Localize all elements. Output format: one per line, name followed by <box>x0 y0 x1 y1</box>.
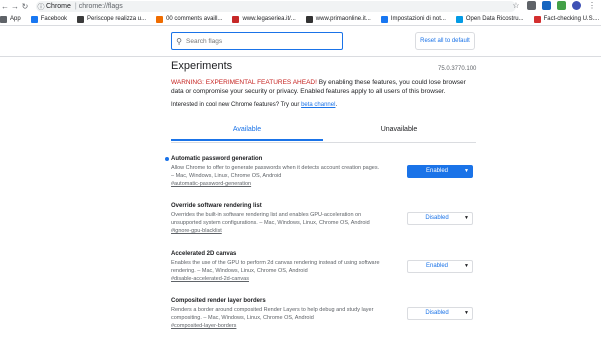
warning-text: WARNING: EXPERIMENTAL FEATURES AHEAD! By… <box>171 78 476 96</box>
bookmark-favicon-icon <box>380 15 388 23</box>
dropdown-arrow-icon: ▼ <box>464 263 469 269</box>
flag-description: Enables the use of the GPU to perform 2d… <box>171 260 380 274</box>
interest-label: Interested in cool new Chrome features? … <box>171 102 302 108</box>
flag-anchor-link[interactable]: #automatic-password-generation <box>171 180 476 188</box>
flag-item: Accelerated 2D canvas Enables the use of… <box>171 250 476 283</box>
flags-header: ⚲ Reset all to default <box>0 26 601 57</box>
dropdown-arrow-icon: ▼ <box>464 215 469 221</box>
back-icon[interactable]: ← <box>0 2 10 11</box>
bookmark-item[interactable]: App <box>0 15 21 23</box>
tab-available[interactable]: Available <box>171 122 323 141</box>
flag-state-value: Enabled <box>425 263 449 269</box>
bookmark-label: Open Data Ricostru... <box>465 16 524 22</box>
reload-icon[interactable]: ↻ <box>20 2 30 11</box>
bookmark-favicon-icon <box>305 15 313 23</box>
flag-item: Composited render layer borders Renders … <box>171 297 476 330</box>
menu-icon[interactable]: ⋮ <box>587 1 597 10</box>
interest-text: Interested in cool new Chrome features? … <box>171 102 337 108</box>
forward-icon[interactable]: → <box>10 2 20 11</box>
modified-indicator <box>165 157 169 161</box>
search-box[interactable]: ⚲ <box>171 32 343 50</box>
reset-all-button[interactable]: Reset all to default <box>415 32 475 50</box>
flag-name: Composited render layer borders <box>171 298 266 304</box>
url-text[interactable]: chrome://flags <box>79 3 123 10</box>
extension-icon[interactable] <box>542 1 551 10</box>
info-icon[interactable]: ⓘ <box>36 2 46 12</box>
flag-state-value: Enabled <box>425 168 449 174</box>
url-separator: | <box>74 3 77 10</box>
flag-description: Allow Chrome to offer to generate passwo… <box>171 165 380 179</box>
bookmark-favicon-icon <box>533 15 541 23</box>
bookmark-favicon-icon <box>455 15 463 23</box>
search-icon: ⚲ <box>176 36 182 46</box>
beta-channel-link[interactable]: beta channel <box>301 102 335 108</box>
bookmark-label: 00 comments availl... <box>166 16 223 22</box>
flag-item: Automatic password generation Allow Chro… <box>165 155 476 188</box>
dropdown-arrow-icon: ▼ <box>464 310 469 316</box>
flag-state-select[interactable]: Disabled ▼ <box>407 212 473 225</box>
flag-state-value: Disabled <box>425 215 449 221</box>
flag-name: Accelerated 2D canvas <box>171 251 237 257</box>
bookmark-label: App <box>10 16 21 22</box>
flag-description: Renders a border around composited Rende… <box>171 307 374 321</box>
bookmark-label: Fact-checking U.S.... <box>543 16 600 22</box>
extension-icon[interactable] <box>527 1 536 10</box>
flag-anchor-link[interactable]: #ignore-gpu-blacklist <box>171 227 476 235</box>
bookmarks-bar: App Facebook Periscope realizza u... 00 com… <box>0 13 601 26</box>
dropdown-arrow-icon: ▼ <box>464 168 469 174</box>
bookmark-favicon-icon <box>0 15 7 23</box>
flag-anchor-link[interactable]: #composited-layer-borders <box>171 322 476 330</box>
extension-icons: ☆ ⋮ <box>511 1 597 10</box>
star-icon[interactable]: ☆ <box>511 1 521 10</box>
avatar[interactable] <box>572 1 581 10</box>
bookmark-label: Facebook <box>40 16 68 22</box>
address-bar[interactable]: ⓘ Chrome | chrome://flags <box>36 1 516 12</box>
flag-state-select[interactable]: Enabled ▼ <box>407 260 473 273</box>
flag-anchor-link[interactable]: #disable-accelerated-2d-canvas <box>171 275 476 283</box>
tab-unavailable[interactable]: Unavailable <box>323 122 475 141</box>
bookmark-item[interactable]: www.legaseriea.it/... <box>232 15 296 23</box>
bookmark-item[interactable]: 00 comments availl... <box>156 15 223 23</box>
bookmark-favicon-icon <box>156 15 164 23</box>
bookmark-favicon-icon <box>232 15 240 23</box>
bookmark-label: www.primaonline.it... <box>315 16 371 22</box>
bookmark-item[interactable]: Fact-checking U.S.... <box>533 15 600 23</box>
interest-end: . <box>335 102 338 108</box>
flag-state-select[interactable]: Enabled ▼ <box>407 165 473 178</box>
bookmark-favicon-icon <box>77 15 85 23</box>
bookmark-item[interactable]: www.primaonline.it... <box>305 15 371 23</box>
extension-icon[interactable] <box>557 1 566 10</box>
bookmark-item[interactable]: Open Data Ricostru... <box>455 15 524 23</box>
flag-item: Override software rendering list Overrid… <box>171 202 476 235</box>
bookmark-item[interactable]: Impostazioni di not... <box>380 15 446 23</box>
site-label: Chrome <box>46 3 71 10</box>
browser-toolbar: ← → ↻ ⓘ Chrome | chrome://flags ☆ ⋮ <box>0 0 601 13</box>
warning-prefix: WARNING: EXPERIMENTAL FEATURES AHEAD! <box>171 79 317 86</box>
flag-name: Automatic password generation <box>171 156 263 162</box>
bookmark-label: Impostazioni di not... <box>390 16 446 22</box>
flag-description: Overrides the built-in software renderin… <box>171 212 370 226</box>
flag-name: Override software rendering list <box>171 203 262 209</box>
flag-state-select[interactable]: Disabled ▼ <box>407 307 473 320</box>
bookmark-label: Periscope realizza u... <box>87 16 147 22</box>
version-label: 75.0.3770.100 <box>438 66 477 72</box>
search-input[interactable] <box>186 37 326 45</box>
flag-state-value: Disabled <box>425 310 449 316</box>
bookmark-label: www.legaseriea.it/... <box>242 16 296 22</box>
bookmark-item[interactable]: Periscope realizza u... <box>77 15 147 23</box>
tabs: Available Unavailable <box>171 122 476 143</box>
bookmark-favicon-icon <box>30 15 38 23</box>
page-title: Experiments <box>171 60 233 72</box>
bookmark-item[interactable]: Facebook <box>30 15 68 23</box>
